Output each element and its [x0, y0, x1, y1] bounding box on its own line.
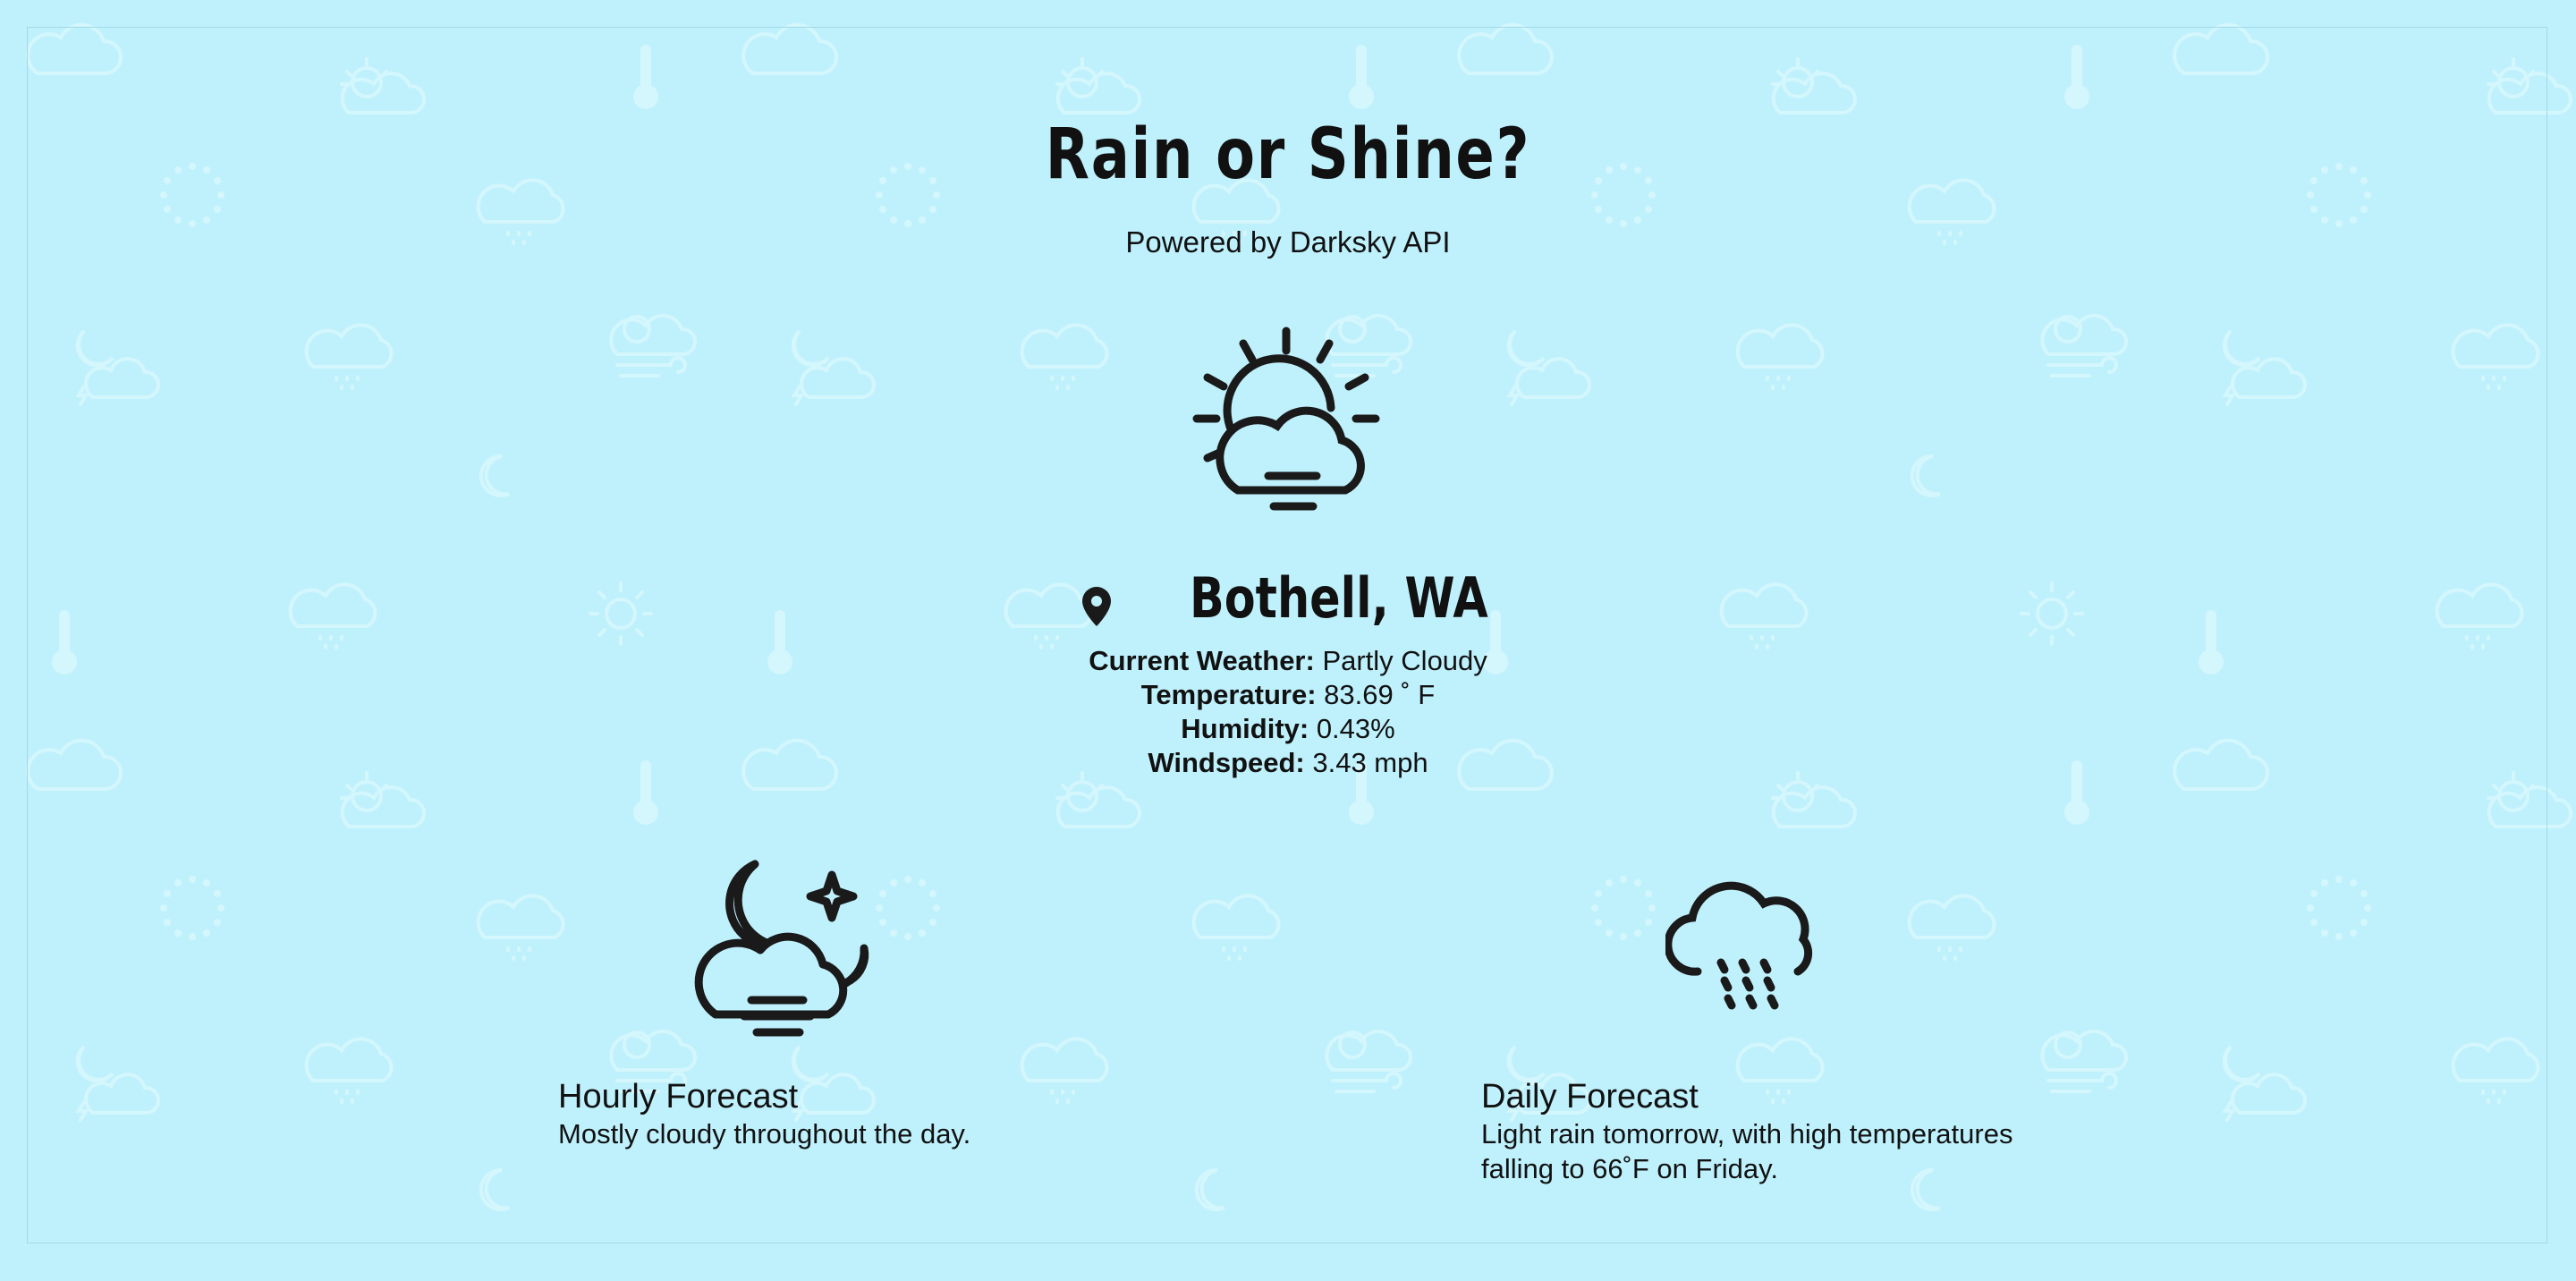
daily-forecast: Daily Forecast Light rain tomorrow, with… [1481, 1077, 2054, 1186]
humidity-label: Humidity: [1181, 713, 1309, 744]
daily-forecast-title: Daily Forecast [1481, 1078, 1699, 1116]
partly-cloudy-fog-icon [1192, 327, 1380, 511]
temperature-label: Temperature: [1140, 679, 1317, 710]
daily-forecast-summary: Light rain tomorrow, with high temperatu… [1481, 1118, 2013, 1184]
windspeed-label: Windspeed: [1148, 747, 1305, 778]
current-weather-details: Current Weather: Partly Cloudy Temperatu… [0, 644, 2576, 780]
temperature-value: 83.69 ˚ F [1316, 679, 1436, 710]
current-weather-value: Partly Cloudy [1314, 645, 1487, 676]
current-weather-label: Current Weather: [1089, 645, 1315, 676]
humidity-row: Humidity: 0.43% [0, 712, 2576, 746]
map-pin-icon [1082, 587, 1111, 626]
hourly-forecast-summary: Mostly cloudy throughout the day. [558, 1118, 971, 1150]
humidity-value: 0.43% [1309, 713, 1395, 744]
hourly-forecast-title: Hourly Forecast [558, 1078, 799, 1116]
windspeed-row: Windspeed: 3.43 mph [0, 746, 2576, 780]
location-row: Bothell, WA [1064, 565, 1547, 646]
rain-cloud-icon [1665, 881, 1813, 1010]
temperature-row: Temperature: 83.69 ˚ F [0, 678, 2576, 712]
location-name: Bothell, WA [1190, 565, 1488, 631]
windspeed-value: 3.43 mph [1304, 747, 1428, 778]
hourly-forecast: Hourly Forecast Mostly cloudy throughout… [558, 1077, 1184, 1151]
page-title: Rain or Shine? [1045, 115, 1531, 195]
current-weather-row: Current Weather: Partly Cloudy [0, 644, 2576, 678]
page-subtitle: Powered by Darksky API [1125, 225, 1451, 259]
night-cloudy-fog-icon [694, 860, 869, 1037]
